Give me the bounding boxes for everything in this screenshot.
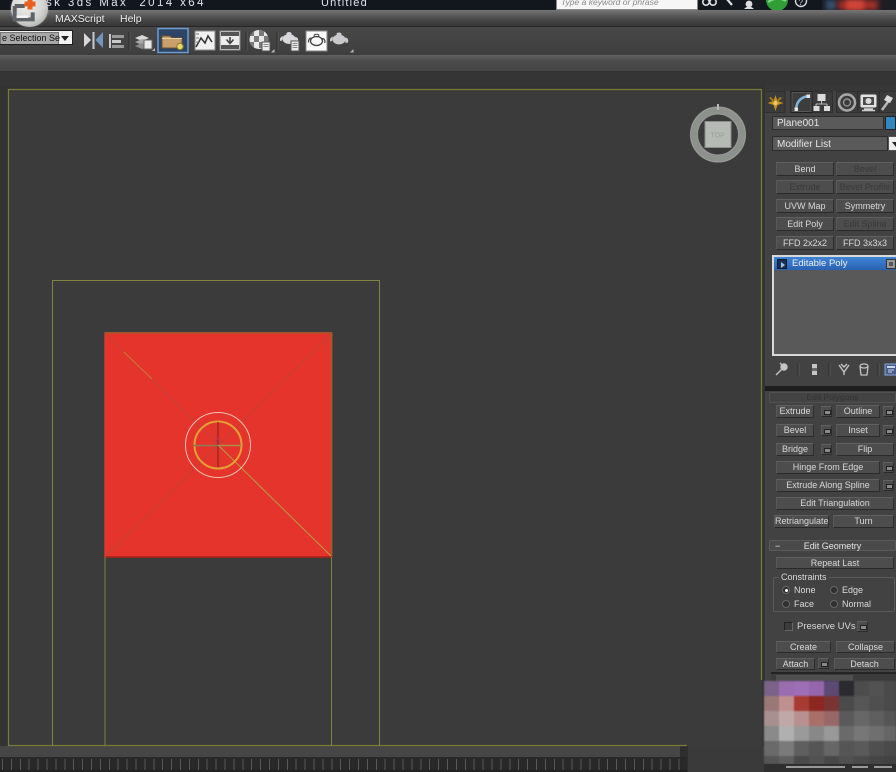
svg-text:TOP: TOP	[711, 133, 726, 140]
svg-text:?: ?	[799, 0, 804, 7]
svg-text:z: z	[216, 435, 220, 444]
